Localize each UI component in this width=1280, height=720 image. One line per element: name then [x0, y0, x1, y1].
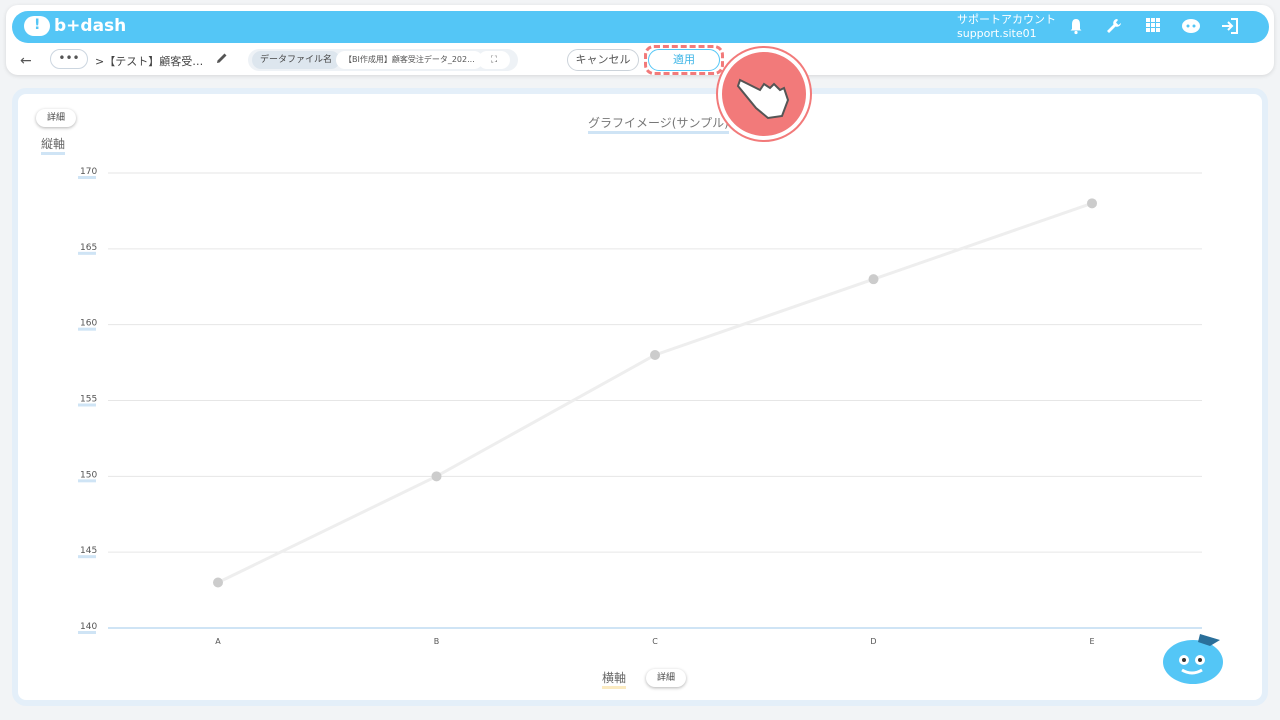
- expand-icon[interactable]: ⛶: [478, 51, 510, 69]
- x-tick-label: B: [434, 637, 440, 646]
- grid-icon[interactable]: [1143, 17, 1163, 37]
- x-detail-button[interactable]: 詳細: [646, 669, 686, 687]
- x-tick-label: A: [215, 637, 221, 646]
- y-tick-label: 150: [80, 470, 97, 480]
- account-id: support.site01: [957, 27, 1037, 40]
- x-axis-title: 横軸: [602, 669, 627, 689]
- chart-title: グラフイメージ(サンプル): [588, 114, 729, 134]
- logo[interactable]: b+dash: [24, 16, 126, 36]
- data-point: [1087, 198, 1097, 209]
- data-point: [431, 471, 442, 482]
- y-tick-label: 140: [80, 622, 97, 632]
- cancel-button[interactable]: キャンセル: [567, 49, 639, 71]
- back-button[interactable]: ←: [20, 53, 32, 69]
- file-label: データファイル名: [252, 51, 341, 69]
- y-tick-label: 160: [80, 319, 97, 329]
- y-tick-label: 165: [80, 243, 97, 253]
- series-line: [217, 201, 1093, 584]
- y-tick-label: 155: [80, 395, 97, 405]
- breadcrumb[interactable]: >【テスト】顧客受…: [95, 53, 203, 69]
- wrench-icon[interactable]: [1104, 17, 1124, 37]
- chart-panel: 140 145 150 155 160 165 170 A B C D E 詳細 縦軸 グラフイメージ…: [12, 88, 1268, 706]
- pointing-hand-icon: [718, 48, 810, 140]
- x-tick-label: C: [652, 637, 658, 646]
- pencil-icon[interactable]: [215, 51, 229, 69]
- more-button[interactable]: •••: [50, 49, 88, 69]
- bell-icon[interactable]: [1066, 17, 1086, 37]
- account-name: サポートアカウント: [957, 13, 1056, 26]
- logo-text: b+dash: [54, 16, 127, 36]
- data-file-selector: データファイル名 【BI作成用】顧客受注データ_202... ⛶: [248, 49, 518, 71]
- logout-icon[interactable]: [1220, 17, 1240, 37]
- sub-toolbar: ← ••• >【テスト】顧客受… データファイル名 【BI作成用】顧客受注データ…: [0, 45, 1268, 77]
- x-tick-label: E: [1089, 637, 1094, 646]
- y-tick-label: 170: [80, 167, 97, 177]
- logo-cloud-icon: [24, 16, 50, 36]
- ai-bot-icon[interactable]: [1181, 17, 1201, 37]
- top-bar: b+dash サポートアカウント support.site01: [12, 11, 1269, 43]
- data-point: [650, 350, 660, 360]
- y-detail-button[interactable]: 詳細: [36, 109, 76, 127]
- x-tick-label: D: [870, 637, 876, 646]
- y-axis-title: 縦軸: [41, 135, 66, 155]
- data-point: [868, 274, 879, 285]
- mascot-icon[interactable]: [1160, 628, 1226, 690]
- file-name[interactable]: 【BI作成用】顧客受注データ_202...: [336, 51, 483, 69]
- chart-svg: 140 145 150 155 160 165 170 A B C D E: [78, 167, 1202, 646]
- account-info[interactable]: サポートアカウント support.site01: [957, 13, 1056, 41]
- y-tick-label: 145: [80, 546, 97, 556]
- apply-button[interactable]: 適用: [648, 49, 720, 71]
- data-point: [213, 577, 223, 588]
